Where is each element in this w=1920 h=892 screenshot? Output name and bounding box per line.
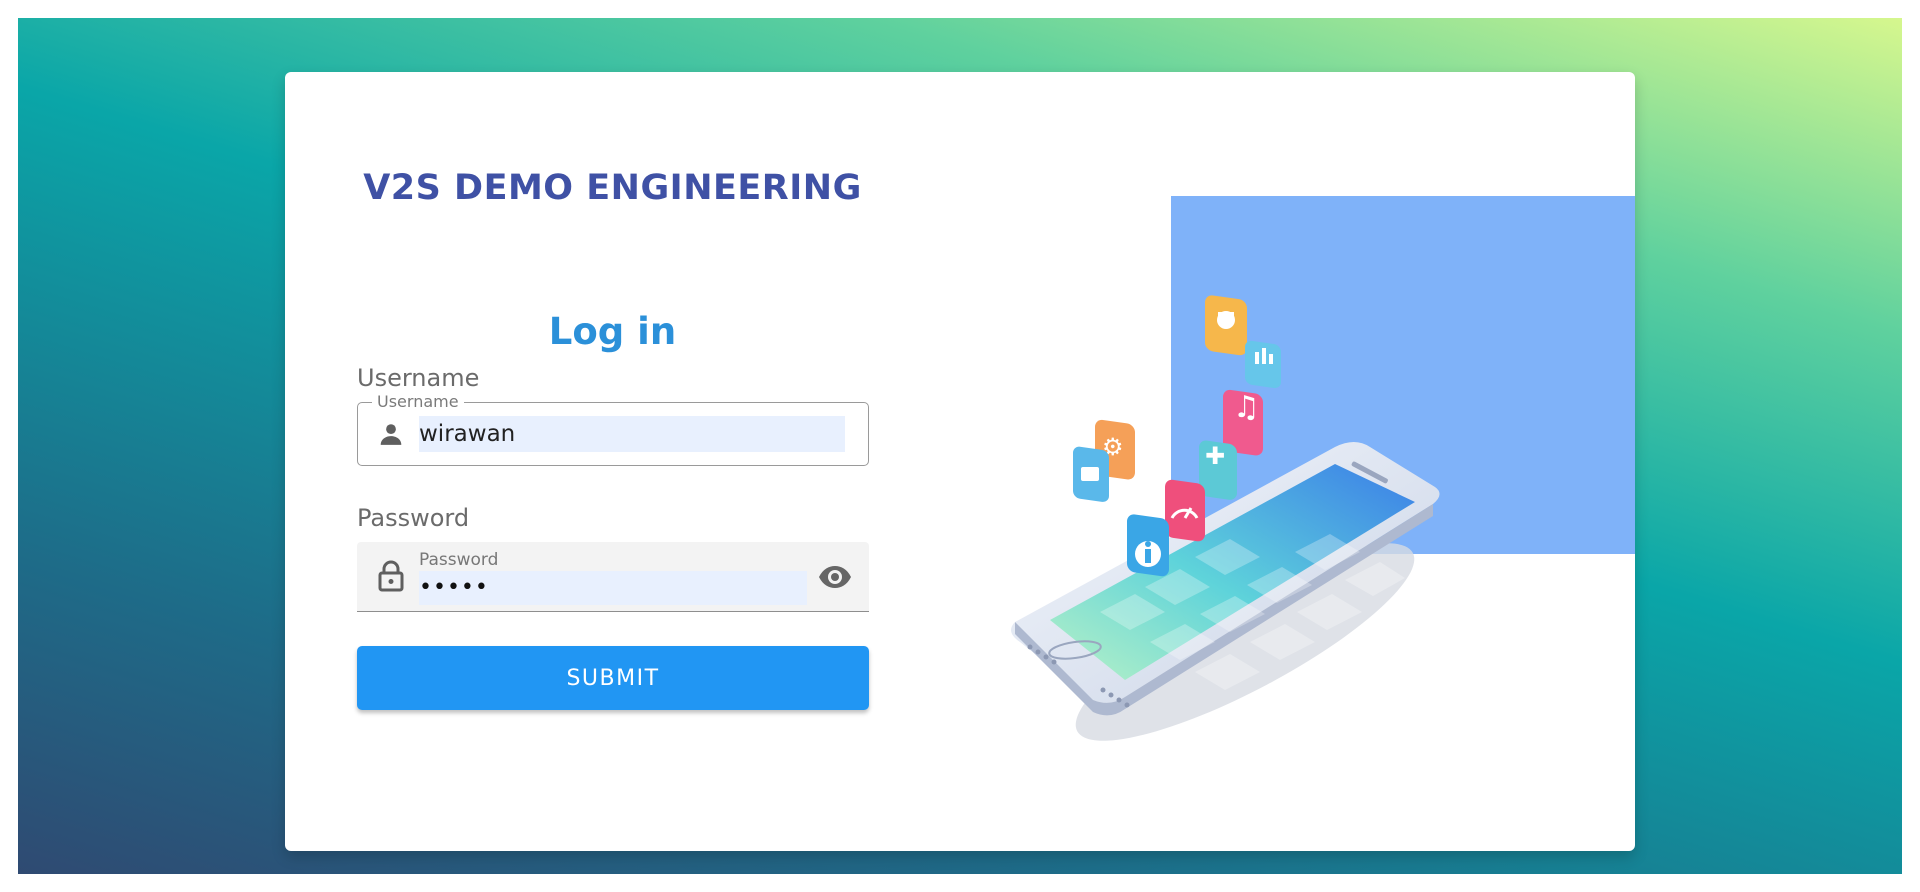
username-label: Username: [357, 364, 480, 392]
submit-button[interactable]: SUBMIT: [357, 646, 869, 710]
username-legend: Username: [372, 392, 464, 411]
password-floating-label: Password: [419, 550, 499, 570]
eye-icon[interactable]: [817, 560, 853, 594]
password-field[interactable]: Password •••••: [357, 542, 869, 612]
username-field[interactable]: Username: [357, 392, 869, 466]
password-input[interactable]: •••••: [419, 571, 807, 605]
svg-text:✚: ✚: [1205, 442, 1225, 470]
username-input[interactable]: [419, 416, 845, 452]
login-card: V2S DEMO ENGINEERING Log in Username Use…: [285, 72, 1635, 851]
lock-icon: [377, 560, 405, 592]
password-label: Password: [357, 504, 470, 532]
smartphone-illustration: ♫ ✚ ⚙: [1011, 295, 1440, 741]
brand-title: V2S DEMO ENGINEERING: [363, 168, 862, 208]
login-heading: Log in: [548, 310, 677, 353]
person-icon: [378, 421, 404, 447]
svg-text:♫: ♫: [1233, 390, 1260, 425]
